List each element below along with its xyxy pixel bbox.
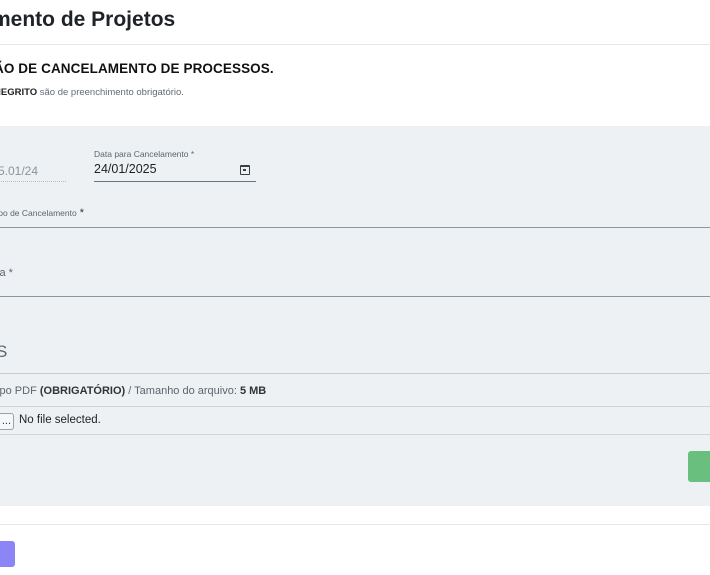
file-hint-required: (OBRIGATÓRIO) [39, 385, 126, 397]
form-section-title: ÃO DE CANCELAMENTO DE PROCESSOS. [0, 61, 274, 76]
file-divider [0, 434, 710, 435]
file-hint-divider [0, 406, 710, 407]
back-button[interactable] [0, 541, 15, 567]
form-card [0, 126, 710, 506]
page-header: mento de Projetos [0, 0, 710, 45]
cancel-date-value: 24/01/2025 [94, 162, 157, 176]
required-asterisk: * [76, 207, 85, 219]
hint-text: são de preenchimento obrigatório. [37, 87, 184, 98]
browse-file-button[interactable]: ... [0, 413, 14, 430]
file-requirements-hint: tipo PDF (OBRIGATÓRIO) / Tamanho do arqu… [0, 385, 266, 397]
page-title: mento de Projetos [0, 8, 176, 31]
save-button[interactable] [688, 451, 710, 482]
documents-divider [0, 373, 710, 374]
justification-label: va * [0, 267, 13, 279]
cancel-date-label: Data para Cancelamento * [94, 149, 195, 159]
file-hint-middle: / Tamanho do arquivo: [125, 385, 240, 397]
cancel-type-label: tipo de Cancelamento * [0, 207, 84, 219]
file-status: No file selected. [19, 414, 101, 426]
process-number-field: -5.01/24 [0, 162, 66, 182]
cancel-date-input[interactable]: 24/01/2025 [94, 161, 256, 182]
calendar-icon[interactable] [240, 165, 250, 175]
cancel-type-label-text: tipo de Cancelamento [0, 208, 77, 218]
documents-header: S [0, 342, 8, 361]
cancel-type-select[interactable] [0, 227, 710, 228]
bottom-divider [0, 524, 710, 525]
hint-bold-text: NEGRITO [0, 87, 38, 98]
file-hint-size: 5 MB [239, 385, 267, 397]
justification-input[interactable] [0, 296, 710, 297]
file-hint-prefix: tipo PDF [0, 385, 37, 397]
required-fields-hint: NEGRITO são de preenchimento obrigatório… [0, 87, 184, 98]
